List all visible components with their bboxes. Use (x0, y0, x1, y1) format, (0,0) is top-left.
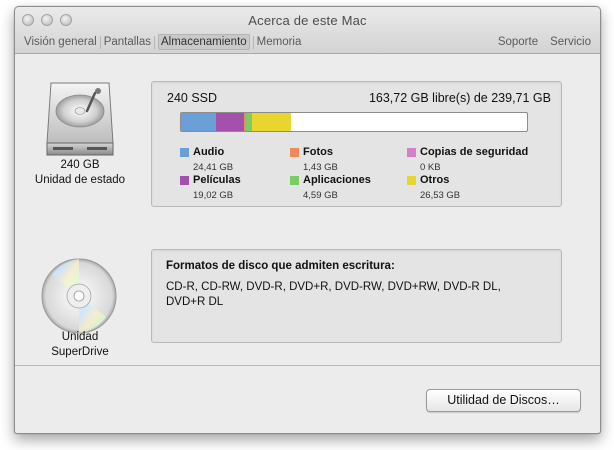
legend-name: Fotos (303, 146, 333, 158)
support-tabs: Soporte Servicio (498, 34, 591, 50)
disk-utility-button[interactable]: Utilidad de Discos… (426, 389, 581, 412)
superdrive-device-label: Unidad SuperDrive (25, 330, 135, 360)
formats-title: Formatos de disco que admiten escritura: (166, 260, 395, 272)
superdrive-label-line1: Unidad (61, 331, 99, 343)
legend-name: Copias de seguridad (420, 146, 529, 158)
legend-size: 19,02 GB (193, 190, 234, 201)
superdrive-label-line2: SuperDrive (51, 346, 109, 358)
legend-swatch (407, 176, 416, 185)
legend-size: 24,41 GB (193, 162, 234, 173)
usage-segment-pelculas (216, 113, 244, 131)
ssd-free-space: 163,72 GB libre(s) de 239,71 GB (368, 91, 551, 105)
ssd-capacity-label: 240 GB (60, 159, 100, 171)
tab-vision-general[interactable]: Visión general (24, 34, 97, 50)
legend-swatch (180, 176, 189, 185)
tab-divider (252, 36, 254, 49)
tab-divider (99, 36, 101, 49)
legend-name: Aplicaciones (303, 174, 371, 186)
legend-size: 26,53 GB (420, 190, 461, 201)
usage-segment-otros (252, 113, 291, 131)
legend-swatch (290, 148, 299, 157)
ssd-storage-panel: 240 SSD 163,72 GB libre(s) de 239,71 GB … (151, 81, 562, 207)
legend-name: Otros (420, 174, 450, 186)
legend-swatch (180, 148, 189, 157)
legend-size: 4,59 GB (303, 190, 338, 201)
superdrive-panel: Formatos de disco que admiten escritura:… (151, 249, 562, 343)
usage-segment-aplicaciones (245, 113, 253, 131)
tab-pantallas[interactable]: Pantallas (104, 34, 151, 50)
ssd-device-label: 240 GB Unidad de estado (25, 158, 135, 188)
ssd-name: 240 SSD (167, 91, 218, 105)
legend-swatch (290, 176, 299, 185)
storage-usage-bar (180, 112, 528, 132)
ssd-type-label: Unidad de estado (34, 174, 126, 186)
hard-drive-icon (43, 81, 117, 165)
tab-divider (154, 36, 155, 49)
bottom-divider (15, 365, 600, 366)
legend-name: Audio (193, 146, 225, 158)
tab-soporte[interactable]: Soporte (498, 34, 538, 50)
optical-disc-icon (40, 257, 118, 335)
legend-name: Películas (193, 174, 241, 186)
tab-bar: Visión general Pantallas Almacenamiento … (24, 34, 301, 50)
legend-size: 0 KB (420, 162, 441, 173)
title-bar: Acerca de este Mac Visión general Pantal… (15, 7, 600, 54)
about-this-mac-window: Acerca de este Mac Visión general Pantal… (14, 6, 601, 434)
legend-size: 1,43 GB (303, 162, 338, 173)
tab-memoria[interactable]: Memoria (257, 34, 302, 50)
usage-segment-audio (181, 113, 217, 131)
tab-almacenamiento[interactable]: Almacenamiento (158, 34, 250, 50)
tab-servicio[interactable]: Servicio (550, 34, 591, 50)
formats-list: CD-R, CD-RW, DVD-R, DVD+R, DVD-RW, DVD+R… (166, 281, 501, 308)
window-title: Acerca de este Mac (248, 13, 367, 28)
legend-swatch (407, 148, 416, 157)
